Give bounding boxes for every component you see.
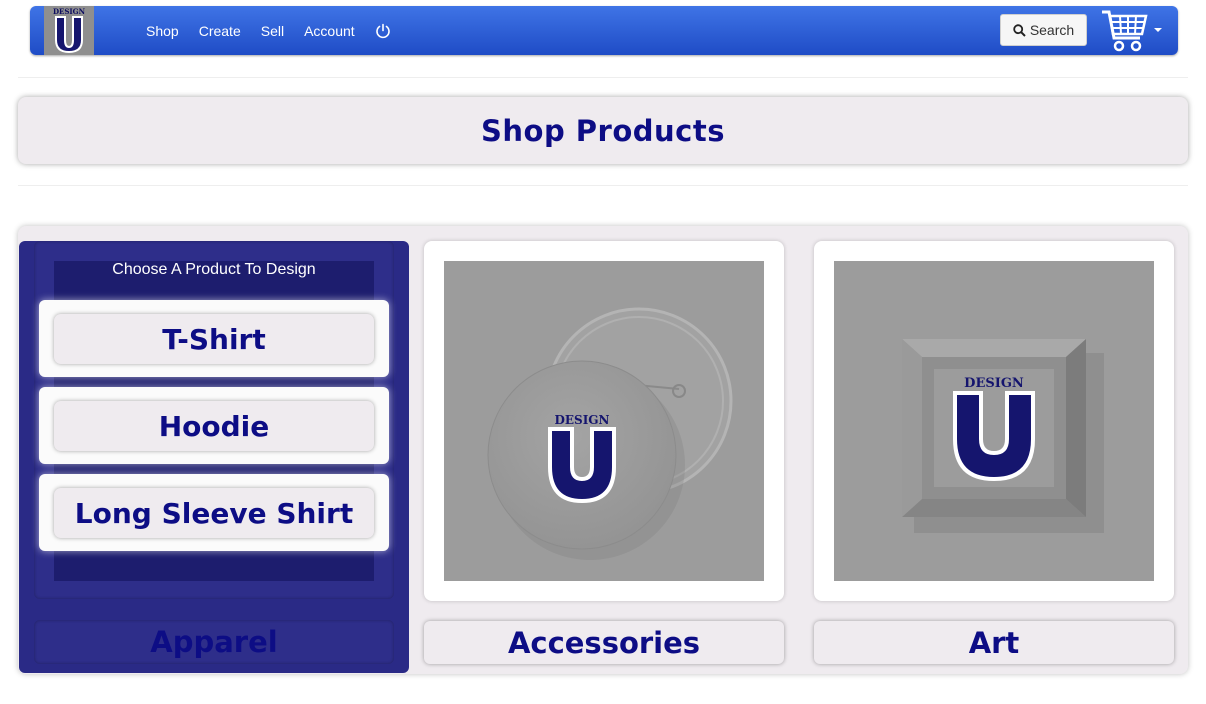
search-button[interactable]: Search <box>1000 14 1087 46</box>
nav-links: Shop Create Sell Account <box>146 6 391 55</box>
product-button-label: T-Shirt <box>54 314 374 364</box>
apparel-heading: Choose A Product To Design <box>112 261 316 278</box>
divider <box>18 77 1188 78</box>
nav-link-shop[interactable]: Shop <box>146 23 179 39</box>
page-title: Shop Products <box>480 113 725 148</box>
svg-text:DESIGN: DESIGN <box>964 376 1024 391</box>
apparel-category: Choose A Product To Design T-Shirt Hoodi… <box>19 241 409 673</box>
nav-link-account[interactable]: Account <box>304 23 355 39</box>
cart-icon[interactable] <box>1100 8 1148 54</box>
divider <box>18 185 1188 186</box>
category-label-accessories[interactable]: Accessories <box>424 621 784 664</box>
top-navbar: DESIGN Shop Create Sell Account Search <box>30 6 1178 55</box>
svg-text:DESIGN: DESIGN <box>554 413 609 427</box>
product-button-hoodie[interactable]: Hoodie <box>39 387 389 464</box>
category-label-art[interactable]: Art <box>814 621 1174 664</box>
search-button-label: Search <box>1029 22 1075 38</box>
brand-logo[interactable]: DESIGN <box>44 6 94 55</box>
category-card-accessories[interactable]: DESIGN <box>424 241 784 601</box>
framed-art-image: DESIGN <box>834 261 1154 581</box>
product-button-long-sleeve[interactable]: Long Sleeve Shirt <box>39 474 389 551</box>
power-icon[interactable] <box>375 23 391 39</box>
nav-link-sell[interactable]: Sell <box>261 23 284 39</box>
product-button-label: Long Sleeve Shirt <box>54 488 374 538</box>
button-pin-image: DESIGN <box>444 261 764 581</box>
category-card-art[interactable]: DESIGN <box>814 241 1174 601</box>
search-icon <box>1013 23 1026 37</box>
page-title-box: Shop Products <box>18 97 1188 164</box>
category-label-apparel[interactable]: Apparel <box>34 620 394 664</box>
nav-link-create[interactable]: Create <box>199 23 241 39</box>
svg-text:DESIGN: DESIGN <box>53 7 86 16</box>
product-button-tshirt[interactable]: T-Shirt <box>39 300 389 377</box>
cart-dropdown-caret-icon[interactable] <box>1154 28 1162 32</box>
product-button-label: Hoodie <box>54 401 374 451</box>
